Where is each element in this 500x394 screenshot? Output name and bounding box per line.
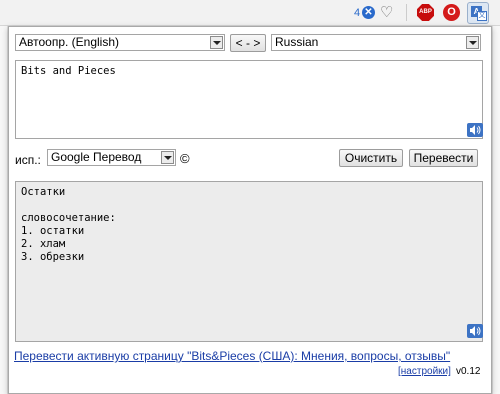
page-background-left	[0, 26, 8, 394]
extension-badge-icon[interactable]: ✕	[362, 6, 375, 19]
clear-button[interactable]: Очистить	[339, 149, 403, 167]
source-language-select[interactable]: Автоопр. (English)	[15, 34, 225, 51]
version-label: v0.12	[456, 366, 481, 377]
settings-link[interactable]: [настройки]	[398, 366, 451, 377]
translate-extension-icon[interactable]: A 文	[467, 2, 489, 24]
engine-value: Google Перевод	[51, 150, 142, 164]
chevron-down-icon	[466, 36, 479, 49]
source-language-value: Автоопр. (English)	[19, 35, 120, 49]
toolbar-divider	[406, 4, 407, 21]
opera-icon[interactable]: O	[443, 4, 460, 21]
copyright-icon: ©	[180, 151, 190, 166]
swap-languages-button[interactable]: < - >	[230, 34, 266, 52]
chevron-down-icon	[210, 36, 223, 49]
translation-output: Остатки словосочетание: 1. остатки 2. хл…	[15, 181, 483, 342]
translator-popup: Автоопр. (English) < - > Russian Bits an…	[8, 26, 492, 394]
translate-button[interactable]: Перевести	[409, 149, 478, 167]
speaker-icon[interactable]	[467, 324, 483, 338]
adblock-icon[interactable]: ABP	[417, 4, 434, 21]
target-language-select[interactable]: Russian	[271, 34, 481, 51]
source-text-input[interactable]: Bits and Pieces	[15, 60, 483, 139]
translate-page-link[interactable]: Перевести активную страницу "Bits&Pieces…	[14, 349, 450, 363]
heart-icon[interactable]: ♡	[380, 3, 393, 21]
engine-label: исп.:	[15, 153, 41, 167]
translate-b-glyph: 文	[477, 11, 487, 21]
page-background-right	[492, 26, 500, 394]
chevron-down-icon	[161, 151, 174, 164]
target-language-value: Russian	[275, 35, 319, 49]
speaker-icon[interactable]	[467, 123, 483, 137]
notification-count: 4	[354, 7, 361, 19]
browser-toolbar: 4 ✕ ♡ ABP O A 文	[0, 0, 500, 26]
engine-select[interactable]: Google Перевод	[47, 149, 176, 166]
